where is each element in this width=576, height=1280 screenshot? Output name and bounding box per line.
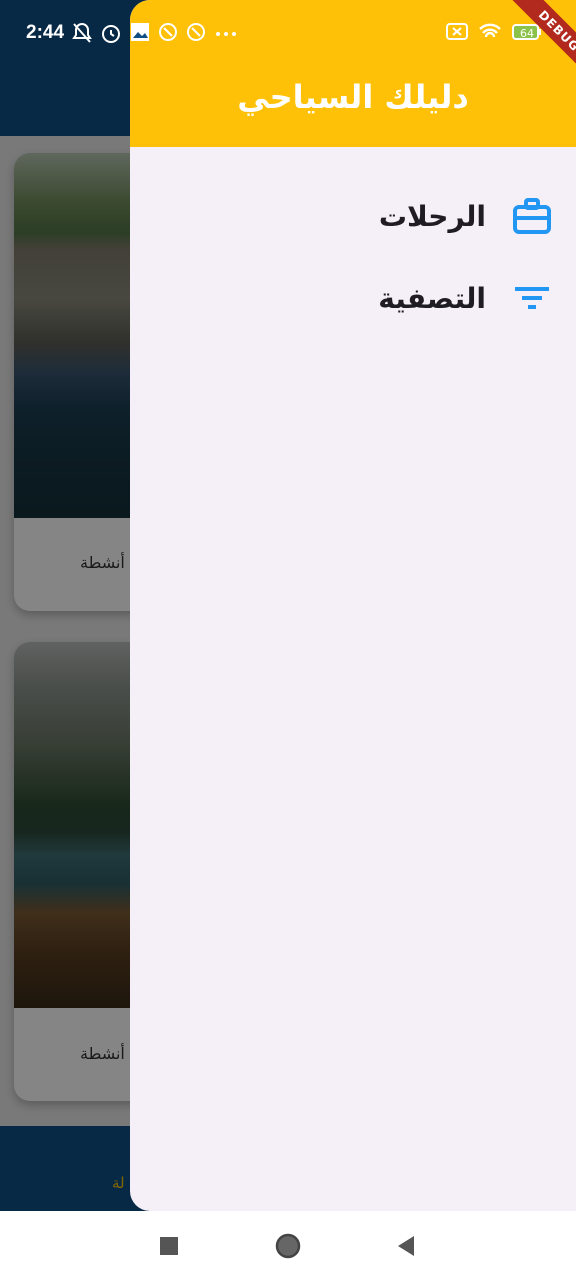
circle-icon (275, 1233, 301, 1259)
triangle-back-icon (398, 1236, 414, 1256)
app-icon (187, 23, 205, 41)
back-button[interactable] (391, 1231, 421, 1261)
image-icon (131, 23, 149, 41)
briefcase-icon (512, 196, 552, 236)
navigation-drawer: دليلك السياحي الرحلات التصفية (130, 0, 576, 1211)
drawer-item-filter[interactable]: التصفية (130, 266, 576, 330)
alarm-icon (102, 25, 120, 43)
status-right-icons: 64 (446, 22, 542, 42)
filter-icon (512, 278, 552, 318)
sim-off-icon (446, 23, 468, 40)
wifi-icon (479, 23, 501, 38)
drawer-title: دليلك السياحي (237, 78, 469, 116)
battery-level: 64 (520, 27, 534, 40)
drawer-item-trips[interactable]: الرحلات (130, 184, 576, 248)
notifications-off-icon (72, 22, 92, 43)
system-navigation-bar (0, 1211, 576, 1280)
square-icon (160, 1237, 178, 1255)
home-button[interactable] (273, 1231, 303, 1261)
drawer-item-label: الرحلات (378, 199, 486, 233)
status-bar: 2:44 64 (0, 0, 576, 70)
status-left-icons (72, 22, 238, 44)
more-icon (216, 32, 236, 36)
status-time: 2:44 (26, 22, 65, 43)
battery-icon: 64 (512, 24, 541, 40)
recents-button[interactable] (154, 1231, 184, 1261)
drawer-item-label: التصفية (378, 281, 486, 315)
app-icon (159, 23, 177, 41)
